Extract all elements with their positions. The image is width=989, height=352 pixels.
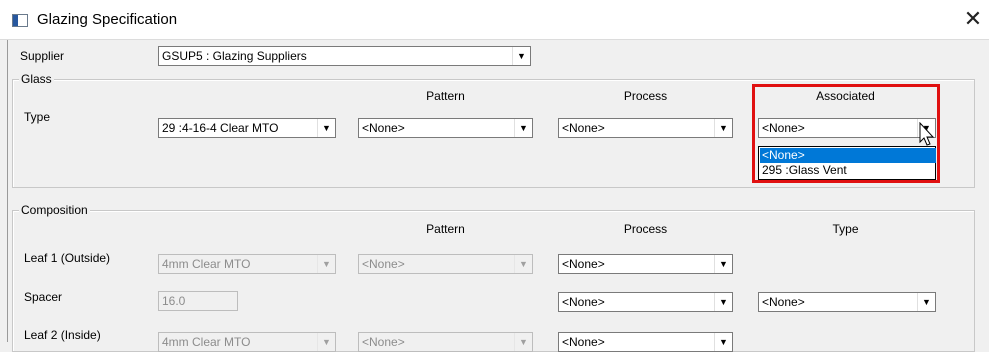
glass-process-header: Process xyxy=(623,89,668,103)
title-bar: Glazing Specification ✕ xyxy=(0,0,989,40)
spacer-field: 16.0 xyxy=(158,291,238,311)
glass-pattern-combo[interactable]: <None> ▼ xyxy=(358,118,533,138)
supplier-combo[interactable]: GSUP5 : Glazing Suppliers ▼ xyxy=(158,46,531,66)
chevron-down-icon: ▼ xyxy=(317,255,335,273)
chevron-down-icon[interactable]: ▼ xyxy=(714,333,732,351)
chevron-down-icon[interactable]: ▼ xyxy=(714,119,732,137)
window-app-icon xyxy=(12,14,28,27)
chevron-down-icon[interactable]: ▼ xyxy=(512,47,530,65)
chevron-down-icon[interactable]: ▼ xyxy=(514,119,532,137)
chevron-down-icon[interactable]: ▼ xyxy=(714,255,732,273)
spacer-type-value: <None> xyxy=(762,295,805,309)
leaf2-process-value: <None> xyxy=(562,335,605,349)
glass-pattern-value: <None> xyxy=(362,121,405,135)
leaf1-label: Leaf 1 (Outside) xyxy=(24,251,111,265)
leaf2-pattern-combo: <None> ▼ xyxy=(358,332,533,352)
glass-process-combo[interactable]: <None> ▼ xyxy=(558,118,733,138)
chevron-down-icon: ▼ xyxy=(514,333,532,351)
left-border xyxy=(7,40,8,342)
spacer-value: 16.0 xyxy=(162,294,186,308)
chevron-down-icon[interactable]: ▼ xyxy=(917,293,935,311)
chevron-down-icon[interactable]: ▼ xyxy=(317,119,335,137)
leaf1-glass-value: 4mm Clear MTO xyxy=(162,257,251,271)
composition-process-header: Process xyxy=(623,222,668,236)
spacer-process-combo[interactable]: <None> ▼ xyxy=(558,292,733,312)
supplier-label: Supplier xyxy=(20,49,65,63)
glass-group-label: Glass xyxy=(19,72,54,86)
highlight-box xyxy=(752,84,940,183)
chevron-down-icon: ▼ xyxy=(317,333,335,351)
chevron-down-icon: ▼ xyxy=(514,255,532,273)
leaf2-label: Leaf 2 (Inside) xyxy=(24,328,101,342)
mouse-cursor-icon xyxy=(919,122,935,146)
leaf1-process-combo[interactable]: <None> ▼ xyxy=(558,254,733,274)
leaf1-process-value: <None> xyxy=(562,257,605,271)
glass-type-value: 29 :4-16-4 Clear MTO xyxy=(162,121,279,135)
window-title: Glazing Specification xyxy=(37,11,178,28)
glass-type-label: Type xyxy=(24,110,51,124)
composition-type-header: Type xyxy=(832,222,859,236)
leaf2-pattern-value: <None> xyxy=(362,335,405,349)
spacer-type-combo[interactable]: <None> ▼ xyxy=(758,292,936,312)
composition-group-label: Composition xyxy=(19,203,90,217)
glass-type-combo[interactable]: 29 :4-16-4 Clear MTO ▼ xyxy=(158,118,336,138)
leaf1-pattern-combo: <None> ▼ xyxy=(358,254,533,274)
supplier-value: GSUP5 : Glazing Suppliers xyxy=(162,49,307,63)
close-icon[interactable]: ✕ xyxy=(960,6,986,32)
chevron-down-icon[interactable]: ▼ xyxy=(714,293,732,311)
glass-process-value: <None> xyxy=(562,121,605,135)
leaf2-glass-value: 4mm Clear MTO xyxy=(162,335,251,349)
composition-pattern-header: Pattern xyxy=(426,222,465,236)
spacer-process-value: <None> xyxy=(562,295,605,309)
leaf1-pattern-value: <None> xyxy=(362,257,405,271)
leaf1-glass-combo: 4mm Clear MTO ▼ xyxy=(158,254,336,274)
spacer-label: Spacer xyxy=(24,290,63,304)
leaf2-process-combo[interactable]: <None> ▼ xyxy=(558,332,733,352)
glass-pattern-header: Pattern xyxy=(426,89,465,103)
leaf2-glass-combo: 4mm Clear MTO ▼ xyxy=(158,332,336,352)
